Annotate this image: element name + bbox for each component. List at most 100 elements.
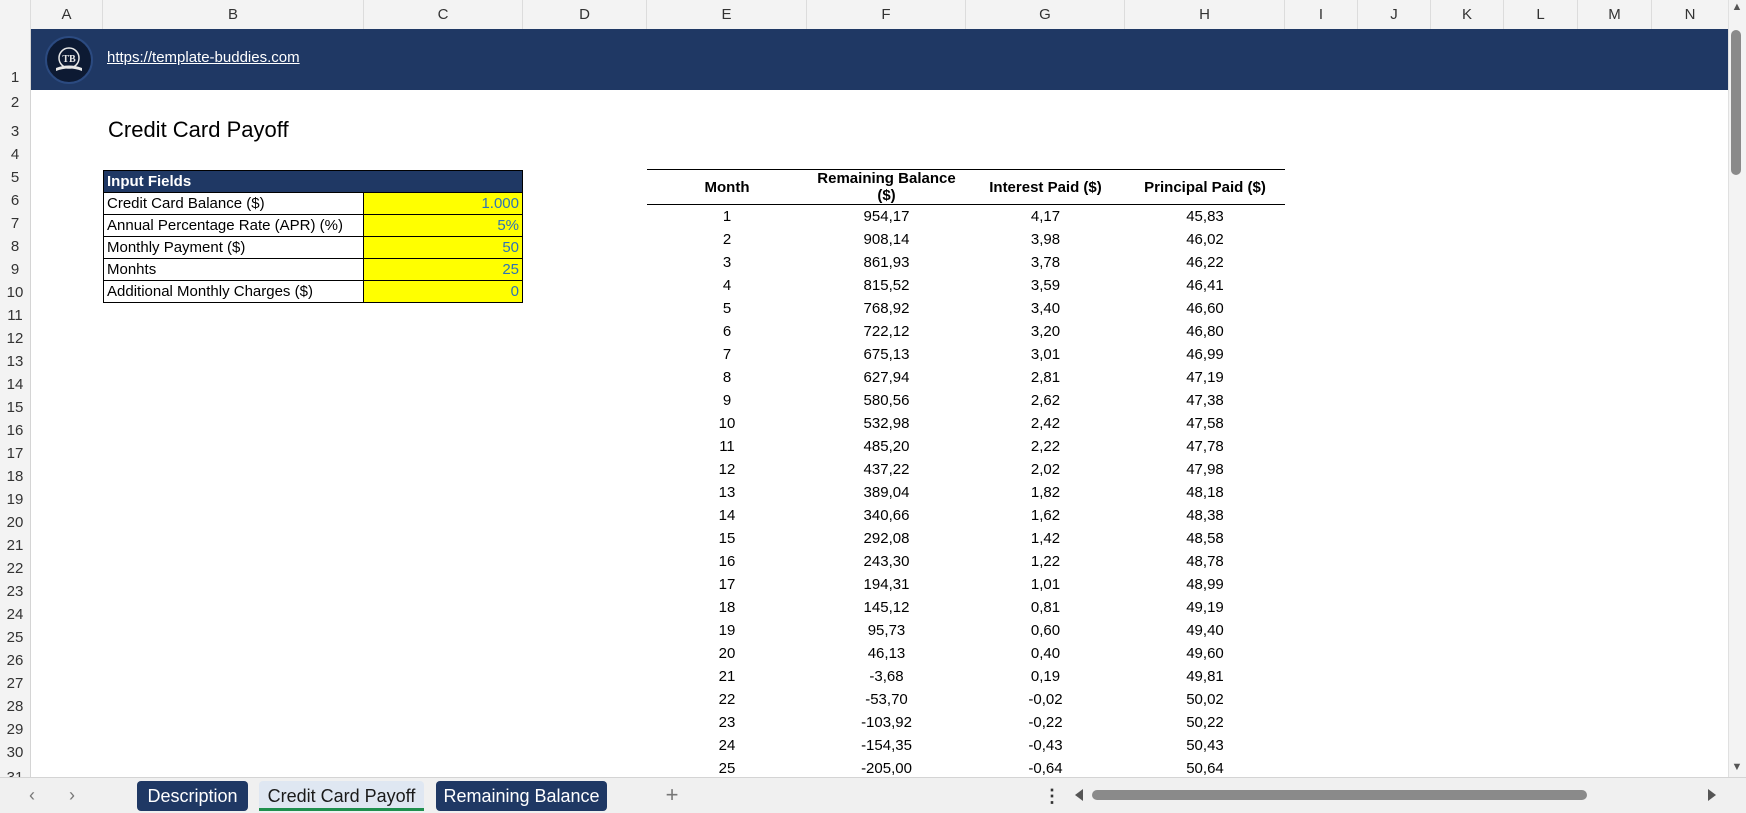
row-header[interactable]: 10 [0, 284, 30, 301]
interest-paid-cell[interactable]: 2,62 [966, 389, 1125, 412]
remaining-balance-cell[interactable]: 722,12 [807, 320, 966, 343]
row-header[interactable]: 5 [0, 169, 30, 186]
remaining-balance-cell[interactable]: -3,68 [807, 665, 966, 688]
scroll-left-arrow-icon[interactable] [1073, 788, 1085, 802]
principal-paid-cell[interactable]: 50,43 [1125, 734, 1285, 757]
remaining-balance-cell[interactable]: 768,92 [807, 297, 966, 320]
month-cell[interactable]: 20 [647, 642, 807, 665]
month-cell[interactable]: 22 [647, 688, 807, 711]
row-header[interactable]: 13 [0, 353, 30, 370]
remaining-balance-cell[interactable]: 580,56 [807, 389, 966, 412]
remaining-balance-cell[interactable]: -53,70 [807, 688, 966, 711]
row-header[interactable]: 16 [0, 422, 30, 439]
next-sheet-icon[interactable]: › [61, 784, 83, 806]
column-header-j[interactable]: J [1358, 0, 1431, 29]
additional-charges-label[interactable]: Additional Monthly Charges ($) [103, 280, 364, 303]
website-link[interactable]: https://template-buddies.com [107, 49, 300, 66]
principal-paid-cell[interactable]: 46,22 [1125, 251, 1285, 274]
row-header[interactable]: 2 [0, 94, 30, 111]
month-cell[interactable]: 5 [647, 297, 807, 320]
principal-paid-cell[interactable]: 48,58 [1125, 527, 1285, 550]
month-cell[interactable]: 12 [647, 458, 807, 481]
interest-paid-cell[interactable]: 2,22 [966, 435, 1125, 458]
month-cell[interactable]: 16 [647, 550, 807, 573]
remaining-balance-cell[interactable]: 675,13 [807, 343, 966, 366]
month-cell[interactable]: 6 [647, 320, 807, 343]
interest-paid-cell[interactable]: -0,02 [966, 688, 1125, 711]
interest-paid-cell[interactable]: 1,62 [966, 504, 1125, 527]
credit-card-balance-label[interactable]: Credit Card Balance ($) [103, 192, 364, 215]
interest-paid-cell[interactable]: 3,98 [966, 228, 1125, 251]
row-header[interactable]: 3 [0, 123, 30, 140]
month-cell[interactable]: 17 [647, 573, 807, 596]
interest-paid-column-header[interactable]: Interest Paid ($) [966, 169, 1125, 205]
column-header-e[interactable]: E [647, 0, 807, 29]
scroll-down-arrow-icon[interactable]: ▼ [1731, 762, 1743, 773]
row-header[interactable]: 31 [0, 769, 30, 777]
row-header[interactable]: 18 [0, 468, 30, 485]
principal-paid-cell[interactable]: 49,60 [1125, 642, 1285, 665]
column-header-n[interactable]: N [1652, 0, 1728, 29]
monthly-payment-label[interactable]: Monthly Payment ($) [103, 236, 364, 259]
interest-paid-cell[interactable]: 3,40 [966, 297, 1125, 320]
interest-paid-cell[interactable]: 1,01 [966, 573, 1125, 596]
row-header[interactable]: 30 [0, 744, 30, 761]
month-cell[interactable]: 9 [647, 389, 807, 412]
principal-paid-cell[interactable]: 47,78 [1125, 435, 1285, 458]
tab-credit-card-payoff[interactable]: Credit Card Payoff [259, 781, 424, 811]
row-header[interactable]: 11 [0, 307, 30, 324]
remaining-balance-cell[interactable]: 194,31 [807, 573, 966, 596]
vertical-scroll-thumb[interactable] [1731, 30, 1741, 175]
remaining-balance-cell[interactable]: 95,73 [807, 619, 966, 642]
remaining-balance-cell[interactable]: 815,52 [807, 274, 966, 297]
tab-description[interactable]: Description [137, 781, 248, 811]
column-header-g[interactable]: G [966, 0, 1125, 29]
principal-paid-cell[interactable]: 48,78 [1125, 550, 1285, 573]
principal-paid-cell[interactable]: 45,83 [1125, 205, 1285, 229]
remaining-balance-cell[interactable]: 145,12 [807, 596, 966, 619]
row-header[interactable]: 12 [0, 330, 30, 347]
remaining-balance-cell[interactable]: 46,13 [807, 642, 966, 665]
column-header-c[interactable]: C [364, 0, 523, 29]
row-header[interactable]: 24 [0, 606, 30, 623]
months-label[interactable]: Monhts [103, 258, 364, 281]
row-header[interactable]: 6 [0, 192, 30, 209]
interest-paid-cell[interactable]: 0,60 [966, 619, 1125, 642]
monthly-payment-input[interactable]: 50 [363, 236, 523, 259]
month-cell[interactable]: 8 [647, 366, 807, 389]
row-header[interactable]: 19 [0, 491, 30, 508]
input-fields-header[interactable]: Input Fields [103, 170, 523, 193]
row-header[interactable]: 14 [0, 376, 30, 393]
principal-paid-cell[interactable]: 48,38 [1125, 504, 1285, 527]
remaining-balance-cell[interactable]: 292,08 [807, 527, 966, 550]
row-header[interactable]: 9 [0, 261, 30, 278]
interest-paid-cell[interactable]: 2,81 [966, 366, 1125, 389]
remaining-balance-cell[interactable]: 340,66 [807, 504, 966, 527]
select-all-corner[interactable] [0, 0, 31, 29]
months-input[interactable]: 25 [363, 258, 523, 281]
principal-paid-cell[interactable]: 47,38 [1125, 389, 1285, 412]
row-header[interactable]: 17 [0, 445, 30, 462]
month-cell[interactable]: 21 [647, 665, 807, 688]
column-header-h[interactable]: H [1125, 0, 1285, 29]
horizontal-scroll-thumb[interactable] [1092, 790, 1587, 800]
remaining-balance-cell[interactable]: 954,17 [807, 205, 966, 229]
interest-paid-cell[interactable]: 1,82 [966, 481, 1125, 504]
remaining-balance-cell[interactable]: 243,30 [807, 550, 966, 573]
month-cell[interactable]: 10 [647, 412, 807, 435]
column-header-l[interactable]: L [1504, 0, 1578, 29]
row-header[interactable]: 23 [0, 583, 30, 600]
credit-card-balance-input[interactable]: 1.000 [363, 192, 523, 215]
principal-paid-cell[interactable]: 48,18 [1125, 481, 1285, 504]
principal-paid-cell[interactable]: 48,99 [1125, 573, 1285, 596]
principal-paid-column-header[interactable]: Principal Paid ($) [1125, 169, 1285, 205]
interest-paid-cell[interactable]: 3,20 [966, 320, 1125, 343]
remaining-balance-cell[interactable]: 627,94 [807, 366, 966, 389]
month-cell[interactable]: 4 [647, 274, 807, 297]
principal-paid-cell[interactable]: 50,22 [1125, 711, 1285, 734]
row-header[interactable]: 15 [0, 399, 30, 416]
month-cell[interactable]: 7 [647, 343, 807, 366]
month-cell[interactable]: 3 [647, 251, 807, 274]
principal-paid-cell[interactable]: 49,40 [1125, 619, 1285, 642]
column-header-f[interactable]: F [807, 0, 966, 29]
